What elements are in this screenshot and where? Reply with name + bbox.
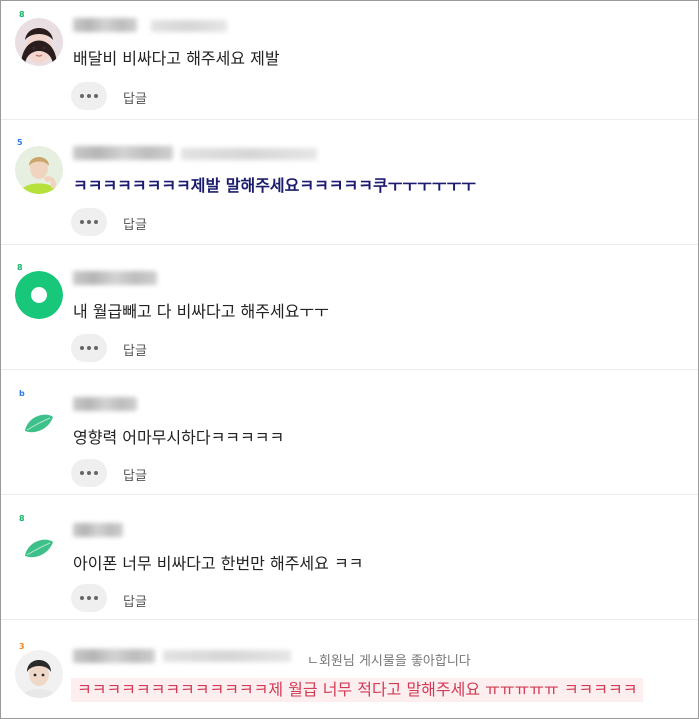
comment-text: 내 월급빼고 다 비싸다고 해주세요ㅜㅜ xyxy=(73,302,329,321)
nickname-redacted xyxy=(73,397,137,411)
dot-icon xyxy=(80,220,84,224)
avatar-photo xyxy=(15,146,63,194)
level-badge: 8 xyxy=(17,263,23,272)
comment-text: 배달비 비싸다고 해주세요 제발 xyxy=(73,49,280,68)
nickname-redacted xyxy=(73,146,173,160)
date-redacted xyxy=(151,20,227,32)
comment-item: b 영향력 어마무시하다ㅋㅋㅋㅋㅋ 답글 xyxy=(1,369,698,495)
comment-text: 아이폰 너무 비싸다고 한번만 해주세요 ㅋㅋ xyxy=(73,554,364,573)
more-options-button[interactable] xyxy=(71,459,107,487)
dot-icon xyxy=(94,346,98,350)
reply-button[interactable]: 답글 xyxy=(123,465,147,484)
avatar[interactable]: 3 xyxy=(15,642,63,698)
level-badge: 8 xyxy=(19,10,25,19)
nickname-redacted xyxy=(73,523,123,537)
reply-button[interactable]: 답글 xyxy=(123,340,147,359)
comment-list: 8 배달비 비싸다고 해주세요 제발 답글 5 ㅋㅋㅋㅋㅋㅋㅋㅋ제발 말해주세요… xyxy=(0,0,699,719)
date-redacted xyxy=(181,148,317,160)
reply-button[interactable]: 답글 xyxy=(123,591,147,610)
dot-icon xyxy=(94,220,98,224)
date-redacted xyxy=(163,650,291,662)
dot-icon xyxy=(94,596,98,600)
dot-icon xyxy=(80,94,84,98)
dot-icon xyxy=(80,346,84,350)
comment-text: ㅋㅋㅋㅋㅋㅋㅋㅋㅋㅋㅋㅋㅋ제 월급 너무 적다고 말해주세요 ㅠㅠㅠㅠㅠ ㅋㅋㅋ… xyxy=(71,678,644,702)
more-options-button[interactable] xyxy=(71,584,107,612)
reply-button[interactable]: 답글 xyxy=(123,88,147,107)
dot-icon xyxy=(94,94,98,98)
avatar-photo xyxy=(15,650,63,698)
avatar-photo xyxy=(15,18,63,66)
level-badge: 8 xyxy=(19,514,25,523)
comment-item: 8 내 월급빼고 다 비싸다고 해주세요ㅜㅜ 답글 xyxy=(1,244,698,370)
dot-icon xyxy=(87,346,91,350)
avatar[interactable]: 8 xyxy=(15,514,63,570)
avatar[interactable]: 5 xyxy=(15,138,63,194)
level-badge: b xyxy=(19,389,25,398)
comment-text: 영향력 어마무시하다ㅋㅋㅋㅋㅋ xyxy=(73,428,285,447)
dot-icon xyxy=(94,471,98,475)
avatar[interactable]: 8 xyxy=(15,263,63,319)
comment-text: ㅋㅋㅋㅋㅋㅋㅋㅋ제발 말해주세요ㅋㅋㅋㅋㅋ쿠ㅜㅜㅜㅜㅜㅜ xyxy=(73,176,477,195)
comment-item: 5 ㅋㅋㅋㅋㅋㅋㅋㅋ제발 말해주세요ㅋㅋㅋㅋㅋ쿠ㅜㅜㅜㅜㅜㅜ 답글 xyxy=(1,119,698,245)
avatar[interactable]: 8 xyxy=(15,10,63,66)
avatar[interactable]: b xyxy=(15,389,63,445)
comment-item: 3 ㄴ회원님 게시물을 좋아합니다 ㅋㅋㅋㅋㅋㅋㅋㅋㅋㅋㅋㅋㅋ제 월급 너무 적… xyxy=(1,619,698,718)
more-options-button[interactable] xyxy=(71,82,107,110)
dot-icon xyxy=(80,471,84,475)
dot-icon xyxy=(87,596,91,600)
avatar-default-leaf xyxy=(15,522,63,570)
dot-icon xyxy=(87,471,91,475)
liked-post-note: ㄴ회원님 게시물을 좋아합니다 xyxy=(307,654,471,669)
dot-icon xyxy=(80,596,84,600)
more-options-button[interactable] xyxy=(71,334,107,362)
reply-button[interactable]: 답글 xyxy=(123,214,147,233)
dot-icon xyxy=(87,94,91,98)
comment-item: 8 배달비 비싸다고 해주세요 제발 답글 xyxy=(1,1,698,120)
nickname-redacted xyxy=(73,18,137,32)
comment-item: 8 아이폰 너무 비싸다고 한번만 해주세요 ㅋㅋ 답글 xyxy=(1,494,698,620)
level-badge: 3 xyxy=(19,642,25,651)
level-badge: 5 xyxy=(17,138,23,147)
avatar-default-ring xyxy=(15,271,63,319)
nickname-redacted xyxy=(73,649,155,663)
nickname-redacted xyxy=(73,271,157,285)
more-options-button[interactable] xyxy=(71,208,107,236)
avatar-default-leaf xyxy=(15,397,63,445)
dot-icon xyxy=(87,220,91,224)
